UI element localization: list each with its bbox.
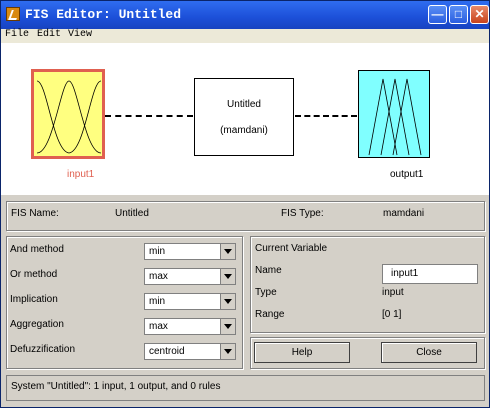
menu-edit[interactable]: Edit	[37, 29, 61, 40]
and-method-label: And method	[10, 244, 64, 255]
aggregation-label: Aggregation	[10, 319, 64, 330]
fis-diagram: input1 Untitled (mamdani) output1	[1, 43, 489, 195]
variable-range-value: [0 1]	[382, 309, 402, 320]
chevron-down-icon[interactable]	[220, 344, 235, 359]
defuzzification-label: Defuzzification	[10, 344, 76, 355]
window-title: FIS Editor: Untitled	[25, 7, 182, 22]
fis-name-value: Untitled	[115, 208, 149, 219]
implication-label: Implication	[10, 294, 58, 305]
system-name-text: Untitled	[227, 99, 261, 110]
minimize-button[interactable]: —	[428, 5, 447, 24]
menu-bar: File Edit View	[1, 29, 489, 43]
fis-type-value: mamdani	[383, 208, 425, 219]
current-variable-header: Current Variable	[255, 243, 328, 254]
aggregation-dropdown[interactable]: max	[144, 318, 236, 335]
input-membership-functions-icon	[36, 80, 102, 154]
implication-value: min	[149, 296, 166, 307]
title-bar[interactable]: FIS Editor: Untitled — □ ✕	[1, 1, 489, 29]
fis-name-label: FIS Name:	[11, 208, 59, 219]
input-connector	[105, 115, 193, 117]
and-method-value: min	[149, 246, 166, 257]
variable-name-value: input1	[391, 268, 419, 279]
status-bar: System "Untitled": 1 input, 1 output, an…	[6, 375, 485, 401]
and-method-dropdown[interactable]: min	[144, 243, 236, 260]
status-text: System "Untitled": 1 input, 1 output, an…	[11, 381, 221, 392]
system-type-text: (mamdani)	[220, 125, 268, 136]
chevron-down-icon[interactable]	[220, 269, 235, 284]
output-connector	[295, 115, 357, 117]
matlab-app-icon	[6, 7, 20, 21]
maximize-button[interactable]: □	[449, 5, 468, 24]
defuzzification-dropdown[interactable]: centroid	[144, 343, 236, 360]
fis-editor-window: FIS Editor: Untitled — □ ✕ File Edit Vie…	[0, 0, 490, 408]
menu-view[interactable]: View	[68, 29, 92, 40]
chevron-down-icon[interactable]	[220, 319, 235, 334]
menu-file[interactable]: File	[5, 29, 29, 40]
fis-info-panel: FIS Name: Untitled FIS Type: mamdani	[6, 201, 485, 231]
or-method-value: max	[149, 271, 168, 282]
output-variable-box[interactable]	[358, 70, 430, 158]
or-method-label: Or method	[10, 269, 58, 280]
close-window-button[interactable]: ✕	[470, 5, 489, 24]
variable-name-label: Name	[255, 265, 282, 276]
system-box[interactable]: Untitled (mamdani)	[194, 78, 294, 156]
chevron-down-icon[interactable]	[220, 294, 235, 309]
defuzzification-value: centroid	[149, 346, 185, 357]
variable-type-label: Type	[255, 287, 277, 298]
fis-type-label: FIS Type:	[281, 208, 324, 219]
output-variable-label: output1	[390, 169, 424, 180]
input-variable-box[interactable]	[31, 69, 105, 159]
help-button[interactable]: Help	[254, 342, 350, 363]
aggregation-value: max	[149, 321, 168, 332]
output-membership-functions-icon	[368, 78, 422, 156]
chevron-down-icon[interactable]	[220, 244, 235, 259]
input-variable-label: input1	[67, 169, 95, 180]
variable-name-field[interactable]: input1	[382, 264, 478, 284]
close-button[interactable]: Close	[381, 342, 477, 363]
variable-type-value: input	[382, 287, 404, 298]
variable-range-label: Range	[255, 309, 285, 320]
or-method-dropdown[interactable]: max	[144, 268, 236, 285]
implication-dropdown[interactable]: min	[144, 293, 236, 310]
